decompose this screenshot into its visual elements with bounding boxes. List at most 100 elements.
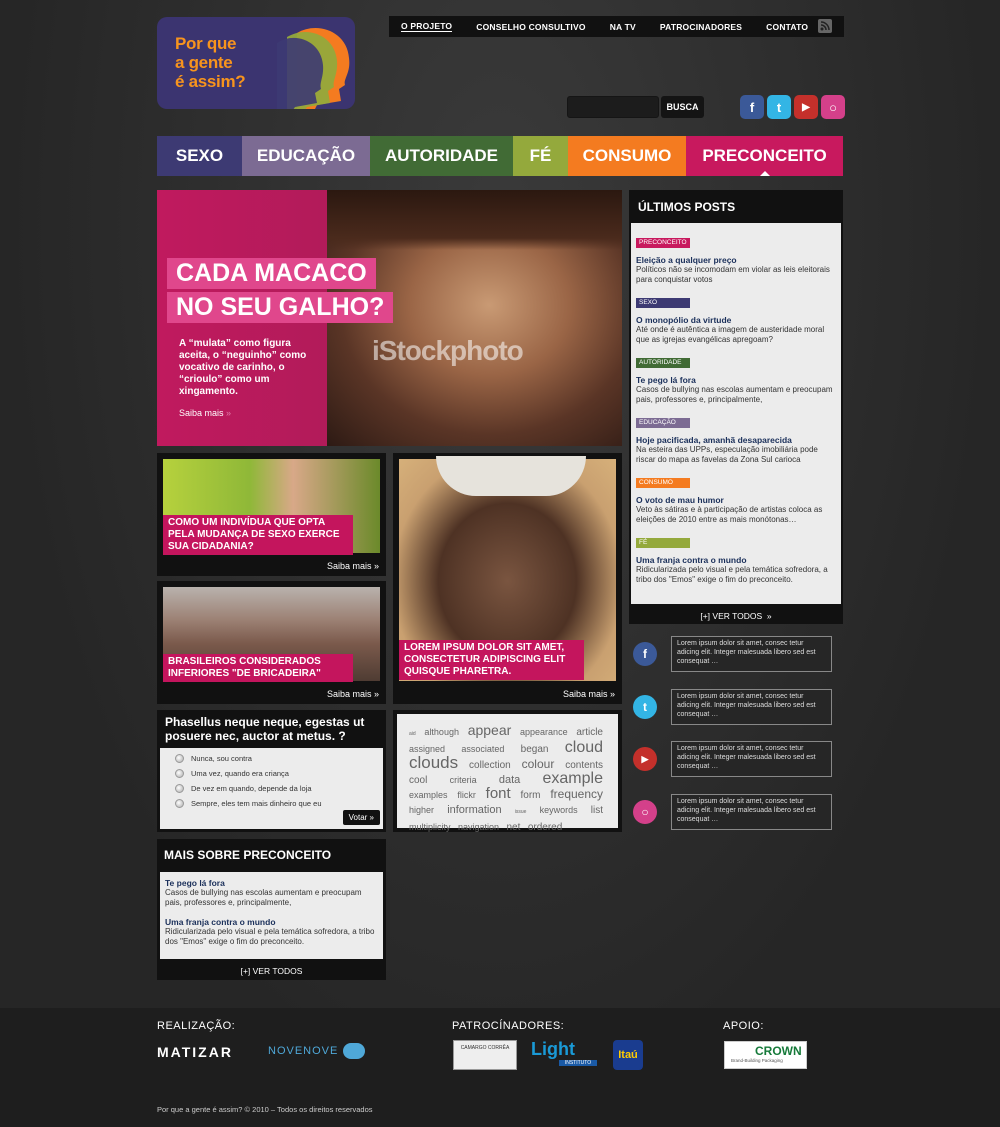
hero-banner[interactable]: iStockphoto CADA MACACO NO SEU GALHO? A …: [157, 190, 622, 446]
social-feed-item[interactable]: ○ Lorem ipsum dolor sit amet, consec tet…: [633, 794, 833, 830]
tag-link[interactable]: associated: [461, 744, 504, 754]
tag-link[interactable]: aid: [409, 731, 416, 737]
item-title[interactable]: Te pego lá fora: [165, 878, 378, 888]
social-feed-item[interactable]: t Lorem ipsum dolor sit amet, consec tet…: [633, 689, 833, 725]
crown-logo[interactable]: CROWN Brand-Building Packaging: [724, 1041, 807, 1069]
category-badge[interactable]: FÉ: [636, 538, 690, 548]
post-title[interactable]: O voto de mau humor: [636, 495, 836, 505]
tag-link[interactable]: multiplicity: [409, 822, 451, 832]
tag-link[interactable]: form: [521, 790, 541, 801]
radio-button[interactable]: [175, 754, 184, 763]
poll-option[interactable]: Nunca, sou contra: [175, 754, 252, 763]
light-logo[interactable]: Light INSTITUTO: [531, 1039, 599, 1069]
tag-link[interactable]: began: [521, 744, 549, 755]
category-badge[interactable]: PRECONCEITO: [636, 238, 690, 248]
facebook-icon[interactable]: f: [633, 642, 657, 666]
category-educacao[interactable]: EDUCAÇÃO: [242, 136, 370, 176]
feature-tile-3[interactable]: LOREM IPSUM DOLOR SIT AMET, CONSECTETUR …: [393, 453, 622, 704]
orkut-icon[interactable]: ○: [821, 95, 845, 119]
tag-link[interactable]: issue: [515, 809, 527, 815]
social-feed-item[interactable]: f Lorem ipsum dolor sit amet, consec tet…: [633, 636, 833, 672]
post-title[interactable]: O monopólio da virtude: [636, 315, 836, 325]
tag-link[interactable]: appearance: [520, 727, 568, 737]
topnav-projeto[interactable]: O PROJETO: [401, 21, 453, 32]
post-item[interactable]: EDUCAÇÃO Hoje pacificada, amanhã desapar…: [636, 411, 836, 465]
youtube-icon[interactable]: ▶: [794, 95, 818, 119]
tag-link[interactable]: clouds: [409, 753, 458, 772]
post-item[interactable]: AUTORIDADE Te pego lá fora Casos de bull…: [636, 351, 836, 405]
tag-link[interactable]: cloud: [565, 739, 603, 756]
tag-link[interactable]: although: [424, 727, 459, 737]
poll-option[interactable]: Uma vez, quando era criança: [175, 769, 289, 778]
radio-button[interactable]: [175, 799, 184, 808]
tag-link[interactable]: information: [447, 804, 501, 816]
see-all-link[interactable]: [+] VER TODOS »: [629, 611, 843, 621]
tag-link[interactable]: cool: [409, 775, 427, 786]
feature-tile-2[interactable]: BRASILEIROS CONSIDERADOS INFERIORES "DE …: [157, 581, 386, 704]
category-badge[interactable]: CONSUMO: [636, 478, 690, 488]
twitter-icon[interactable]: t: [633, 695, 657, 719]
category-sexo[interactable]: SEXO: [157, 136, 242, 176]
radio-button[interactable]: [175, 784, 184, 793]
twitter-icon[interactable]: t: [767, 95, 791, 119]
novenove-logo[interactable]: NOVENOVE: [268, 1045, 338, 1057]
tag-link[interactable]: article: [576, 727, 603, 738]
tag-link[interactable]: examples: [409, 790, 448, 800]
tile-more-link[interactable]: Saiba mais »: [327, 689, 379, 699]
tile-more-link[interactable]: Saiba mais »: [327, 561, 379, 571]
tag-link[interactable]: flickr: [457, 790, 476, 800]
post-item[interactable]: FÉ Uma franja contra o mundo Ridiculariz…: [636, 531, 836, 585]
post-item[interactable]: PRECONCEITO Eleição a qualquer preço Pol…: [636, 231, 836, 285]
matizar-logo[interactable]: MATIZAR: [157, 1044, 233, 1060]
tag-link[interactable]: list: [591, 805, 603, 816]
category-preconceito[interactable]: PRECONCEITO: [686, 136, 843, 176]
category-fe[interactable]: FÉ: [513, 136, 568, 176]
site-logo[interactable]: Por que a gente é assim?: [157, 17, 355, 109]
tag-link[interactable]: criteria: [450, 775, 477, 785]
facebook-icon[interactable]: f: [740, 95, 764, 119]
search-button[interactable]: BUSCA: [661, 96, 704, 118]
tag-link[interactable]: font: [486, 785, 511, 802]
tag-link[interactable]: higher: [409, 805, 434, 815]
feature-tile-1[interactable]: COMO UM INDIVÍDUA QUE OPTA PELA MUDANÇA …: [157, 453, 386, 576]
post-title[interactable]: Hoje pacificada, amanhã desaparecida: [636, 435, 836, 445]
post-item[interactable]: CONSUMO O voto de mau humor Veto às sáti…: [636, 471, 836, 525]
search-input[interactable]: [567, 96, 659, 118]
youtube-icon[interactable]: ▶: [633, 747, 657, 771]
post-item[interactable]: SEXO O monopólio da virtude Até onde é a…: [636, 291, 836, 345]
topnav-patrocinadores[interactable]: PATROCINADORES: [660, 22, 742, 32]
tile-more-link[interactable]: Saiba mais »: [563, 689, 615, 699]
post-title[interactable]: Te pego lá fora: [636, 375, 836, 385]
tag-link[interactable]: ordered: [528, 822, 562, 833]
tag-link[interactable]: colour: [522, 757, 555, 771]
tag-link[interactable]: example: [543, 770, 603, 787]
rss-icon[interactable]: [818, 19, 832, 33]
camargo-correa-logo[interactable]: CAMARGO CORRÊA: [453, 1040, 517, 1070]
social-feed-item[interactable]: ▶ Lorem ipsum dolor sit amet, consec tet…: [633, 741, 833, 777]
itau-logo[interactable]: Itaú: [613, 1040, 643, 1070]
category-autoridade[interactable]: AUTORIDADE: [370, 136, 513, 176]
hero-more-link[interactable]: Saiba mais »: [179, 408, 231, 418]
item-title[interactable]: Uma franja contra o mundo: [165, 917, 378, 927]
list-item[interactable]: Uma franja contra o mundo Ridicularizada…: [165, 917, 378, 947]
vote-button[interactable]: Votar »: [342, 810, 380, 825]
topnav-na-tv[interactable]: NA TV: [610, 22, 636, 32]
orkut-icon[interactable]: ○: [633, 800, 657, 824]
poll-option[interactable]: De vez em quando, depende da loja: [175, 784, 312, 793]
list-item[interactable]: Te pego lá fora Casos de bullying nas es…: [165, 878, 378, 908]
topnav-conselho[interactable]: CONSELHO CONSULTIVO: [476, 22, 585, 32]
tag-link[interactable]: keywords: [540, 805, 578, 815]
category-consumo[interactable]: CONSUMO: [568, 136, 686, 176]
post-title[interactable]: Uma franja contra o mundo: [636, 555, 836, 565]
tag-link[interactable]: net: [506, 822, 520, 833]
tag-link[interactable]: navigation: [458, 822, 499, 832]
tag-link[interactable]: collection: [469, 760, 511, 771]
radio-button[interactable]: [175, 769, 184, 778]
see-all-link[interactable]: [+] VER TODOS: [157, 966, 386, 976]
topnav-contato[interactable]: CONTATO: [766, 22, 808, 32]
category-badge[interactable]: EDUCAÇÃO: [636, 418, 690, 428]
tag-link[interactable]: frequency: [550, 787, 603, 801]
post-title[interactable]: Eleição a qualquer preço: [636, 255, 836, 265]
category-badge[interactable]: AUTORIDADE: [636, 358, 690, 368]
category-badge[interactable]: SEXO: [636, 298, 690, 308]
